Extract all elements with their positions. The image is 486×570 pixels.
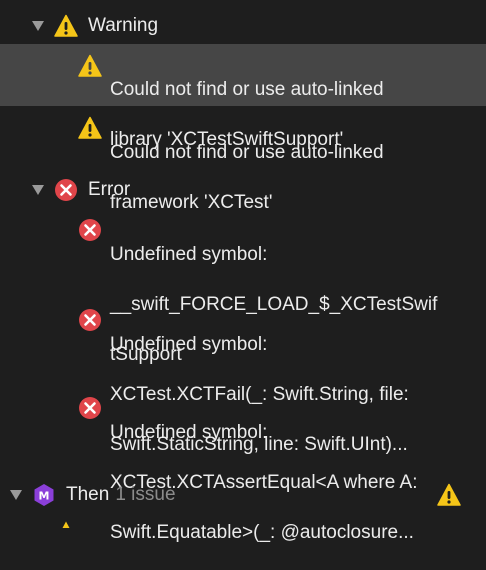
target-badge-letter: M (39, 490, 50, 503)
group-row-warning[interactable]: Warning (0, 12, 486, 40)
issue-row-error-3[interactable]: Undefined symbol: XCTest.XCTAssertEqual<… (0, 390, 486, 543)
issue-navigator: Warning Could not find or use auto-linke… (0, 0, 486, 543)
warning-icon (54, 14, 78, 38)
previous-row-fragment (0, 0, 486, 4)
target-row-then[interactable]: M Then 1 issue (0, 481, 486, 509)
warning-icon (78, 54, 102, 78)
issue-message-line: Could not find or use auto-linked (110, 79, 384, 100)
issue-row-warning-2[interactable]: Could not find or use auto-linked framew… (0, 108, 486, 213)
warning-icon (54, 520, 78, 528)
next-row-fragment (0, 514, 486, 528)
group-row-error[interactable]: Error (0, 176, 486, 204)
error-icon (78, 396, 102, 420)
issue-row-error-1[interactable]: Undefined symbol: __swift_FORCE_LOAD_$_X… (0, 212, 486, 365)
warning-icon (437, 483, 461, 507)
disclosure-triangle-icon[interactable] (32, 185, 44, 195)
issue-message-line: Undefined symbol: (110, 422, 268, 443)
issue-row-warning-1[interactable]: Could not find or use auto-linked librar… (0, 44, 486, 150)
error-icon (78, 308, 102, 332)
issue-message-line: Could not find or use auto-linked (110, 142, 384, 163)
warning-icon (78, 116, 102, 140)
issue-message-line: Undefined symbol: (110, 244, 268, 265)
error-icon (78, 218, 102, 242)
issue-count: 1 issue (115, 484, 176, 505)
disclosure-triangle-icon[interactable] (32, 21, 44, 31)
error-icon (54, 178, 78, 202)
target-label: Then 1 issue (66, 483, 176, 507)
group-label-error: Error (88, 179, 131, 200)
disclosure-triangle-icon[interactable] (10, 490, 22, 500)
issue-message-line: Swift.Equatable>(_: @autoclosure... (110, 522, 414, 543)
group-label-warning: Warning (88, 15, 159, 36)
issue-message-line: Undefined symbol: (110, 334, 268, 355)
target-module-icon: M (32, 483, 56, 507)
issue-row-error-2[interactable]: Undefined symbol: XCTest.XCTFail(_: Swif… (0, 302, 486, 455)
target-name: Then (66, 484, 110, 505)
